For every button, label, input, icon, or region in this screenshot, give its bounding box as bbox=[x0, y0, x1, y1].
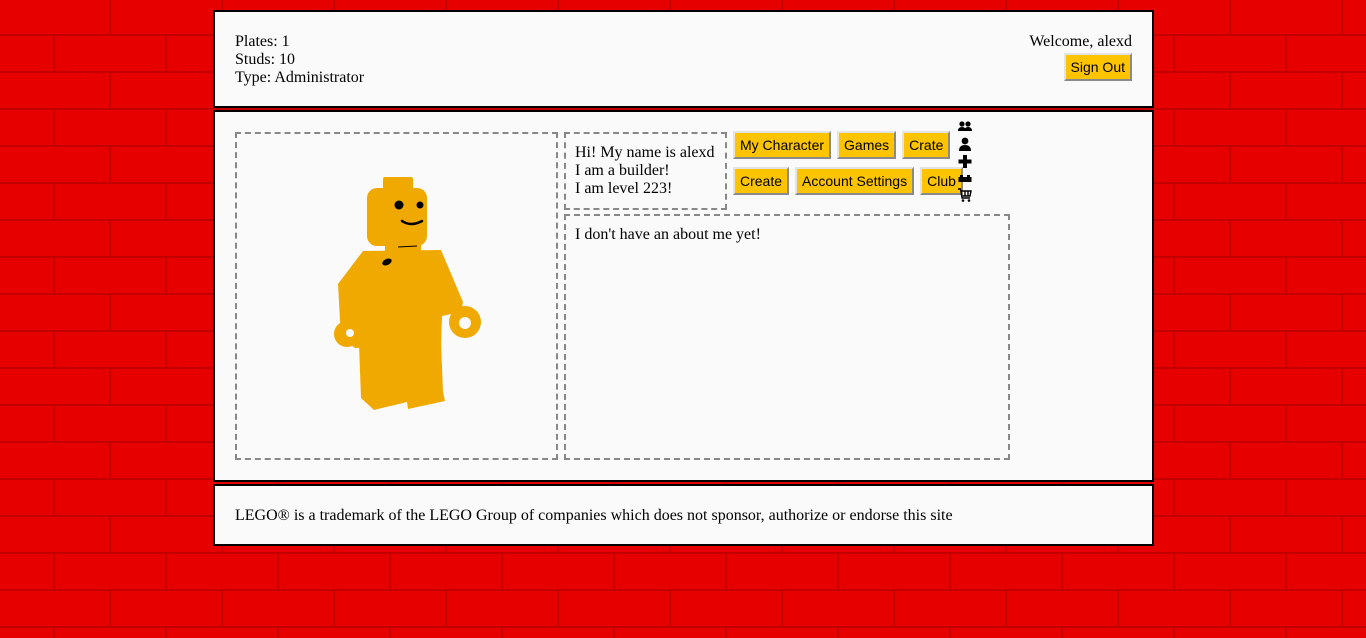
minifigure-avatar-icon bbox=[334, 177, 481, 410]
greeting-role: I am a builder! bbox=[575, 162, 670, 179]
user-stats: Plates: 1 Studs: 10 Type: Administrator bbox=[235, 33, 364, 87]
trademark-disclaimer: LEGO® is a trademark of the LEGO Group o… bbox=[235, 507, 953, 524]
plates-count: Plates: 1 bbox=[235, 33, 290, 50]
side-icon-column bbox=[957, 120, 973, 203]
greeting-box: Hi! My name is alexd I am a builder! I a… bbox=[564, 132, 727, 210]
my-character-button[interactable]: My Character bbox=[733, 131, 832, 159]
nav-row-2: Create Account Settings Club bbox=[733, 167, 963, 195]
crate-button[interactable]: Crate bbox=[902, 131, 951, 159]
games-button[interactable]: Games bbox=[837, 131, 897, 159]
character-box bbox=[235, 132, 558, 460]
about-me-text: I don't have an about me yet! bbox=[575, 226, 761, 243]
welcome-text: Welcome, alexd bbox=[1029, 33, 1132, 50]
brick-icon[interactable] bbox=[957, 171, 973, 186]
studs-count: Studs: 10 bbox=[235, 51, 296, 68]
sign-out-button[interactable]: Sign Out bbox=[1063, 53, 1132, 81]
header-panel: Plates: 1 Studs: 10 Type: Administrator … bbox=[213, 10, 1154, 108]
nav-row-1: My Character Games Crate bbox=[733, 131, 951, 159]
about-me-box: I don't have an about me yet! bbox=[564, 214, 1010, 460]
users-icon[interactable] bbox=[957, 120, 973, 135]
user-icon[interactable] bbox=[957, 137, 973, 152]
greeting-name: Hi! My name is alexd bbox=[575, 144, 715, 161]
footer-panel: LEGO® is a trademark of the LEGO Group o… bbox=[213, 484, 1154, 546]
account-type: Type: Administrator bbox=[235, 69, 365, 86]
cart-icon[interactable] bbox=[957, 188, 973, 203]
plus-icon[interactable] bbox=[957, 154, 973, 169]
main-panel: Hi! My name is alexd I am a builder! I a… bbox=[213, 110, 1154, 482]
account-settings-button[interactable]: Account Settings bbox=[795, 167, 915, 195]
welcome-area: Welcome, alexd Sign Out bbox=[1029, 33, 1132, 81]
greeting-level: I am level 223! bbox=[575, 180, 673, 197]
create-button[interactable]: Create bbox=[733, 167, 790, 195]
